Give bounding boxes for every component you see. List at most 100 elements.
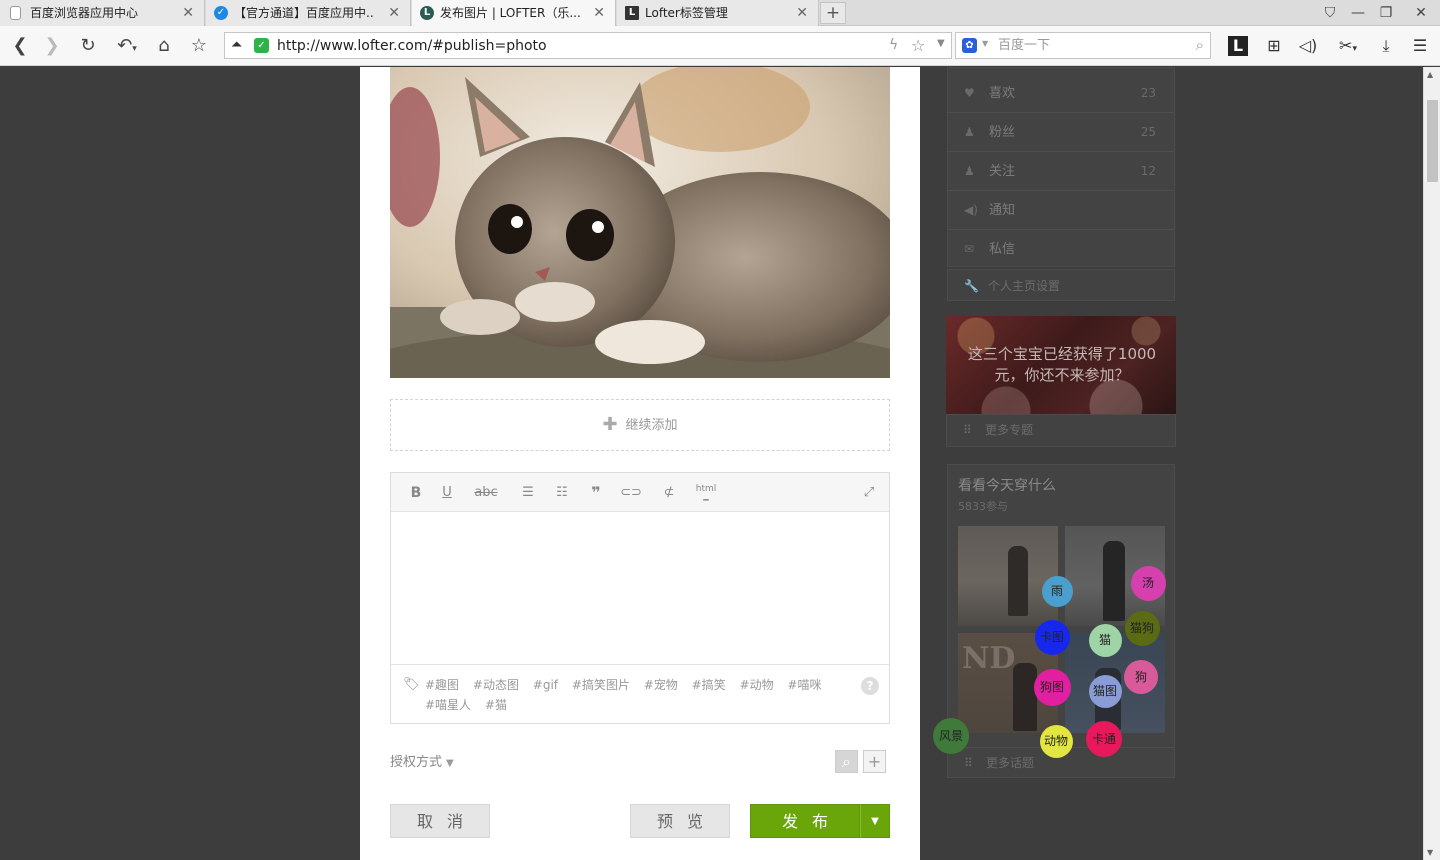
sidebar-item-likes[interactable]: ♥ 喜欢 23 — [948, 74, 1174, 113]
tag-bubble[interactable]: 卡图 — [1034, 619, 1070, 655]
security-shield-icon[interactable]: ✓ — [254, 38, 269, 53]
publish-button[interactable]: 发布 — [750, 804, 860, 838]
page-scrollbar[interactable]: ▲ ▼ — [1423, 67, 1440, 860]
restore-button[interactable]: ❐ — [1374, 0, 1398, 26]
close-icon[interactable]: ✕ — [593, 0, 605, 26]
search-icon[interactable]: ⌕ — [1196, 36, 1204, 54]
scroll-down-icon[interactable]: ▼ — [1427, 848, 1433, 857]
tag-item[interactable]: #猫 — [485, 698, 507, 712]
tag-bubble[interactable]: 汤 — [1130, 565, 1166, 601]
tab-baidu-app[interactable]: ✓ 【官方通道】百度应用中... ✕ — [206, 0, 411, 26]
strikethrough-icon[interactable]: abc — [473, 483, 499, 503]
chevron-down-icon[interactable]: ▼ — [860, 804, 890, 838]
apps-grid-icon[interactable]: ⊞ — [1262, 34, 1286, 58]
tag-bubble[interactable]: 动物 — [1039, 724, 1073, 758]
search-input[interactable]: 百度一下 — [998, 33, 1050, 59]
tag-bubble[interactable]: 猫 — [1088, 623, 1122, 657]
tag-bubble[interactable]: 卡通 — [1086, 721, 1122, 757]
search-icon[interactable]: ⌕ — [835, 750, 858, 773]
baidu-paw-icon[interactable]: ✿ — [962, 38, 977, 53]
add-icon[interactable]: + — [863, 750, 886, 773]
tag-item[interactable]: #动物 — [740, 678, 774, 692]
sidebar-item-fans[interactable]: ♟ 粉丝 25 — [948, 113, 1174, 152]
numbered-list-icon[interactable]: ☷ — [551, 483, 573, 503]
tag-item[interactable]: #gif — [533, 678, 558, 692]
tag-item[interactable]: #喵咪 — [787, 678, 821, 692]
license-dropdown[interactable]: 授权方式 ▼ — [390, 751, 454, 770]
editor-text-area[interactable] — [391, 513, 889, 663]
underline-icon[interactable]: U — [436, 483, 458, 503]
topic-thumbnail[interactable] — [958, 526, 1058, 626]
topic-title[interactable]: 看看今天穿什么 — [958, 475, 1056, 495]
unlink-icon[interactable]: ⊄ — [658, 483, 680, 503]
star-icon[interactable]: ☆ — [911, 36, 925, 55]
scroll-up-icon[interactable]: ▲ — [1427, 70, 1433, 79]
sidebar-item-count: 12 — [1140, 164, 1156, 178]
sidebar-item-label: 粉丝 — [989, 125, 1016, 140]
address-bar[interactable]: ⏶ ✓ http://www.lofter.com/#publish=photo… — [224, 32, 952, 59]
tab-lofter-tags[interactable]: L Lofter标签管理 ✕ — [617, 0, 819, 26]
sidebar-item-following[interactable]: ♟ 关注 12 — [948, 152, 1174, 191]
html-icon[interactable]: html ━ — [695, 483, 717, 506]
tab-app-center[interactable]: 百度浏览器应用中心 ✕ — [0, 0, 205, 26]
tag-bubble[interactable]: 狗图 — [1033, 668, 1071, 706]
fullscreen-icon[interactable]: ⤢ — [858, 483, 880, 503]
forward-button[interactable]: ❯ — [40, 34, 64, 58]
menu-icon[interactable]: ☰ — [1408, 34, 1432, 58]
help-icon[interactable]: ? — [861, 677, 879, 695]
back-button[interactable]: ❮ — [8, 34, 32, 58]
undo-close-button[interactable]: ↶▾ — [110, 34, 144, 58]
profile-settings-link[interactable]: 🔧 个人主页设置 — [947, 269, 1175, 301]
sidebar-item-count: 23 — [1140, 86, 1156, 100]
more-topics-link[interactable]: ⠿ 更多专题 — [946, 414, 1176, 447]
lofter-extension-icon[interactable]: L — [1228, 36, 1248, 56]
tag-item[interactable]: #搞笑 — [692, 678, 726, 692]
tag-item[interactable]: #搞笑图片 — [572, 678, 630, 692]
quote-icon[interactable]: ❞ — [585, 483, 607, 503]
bookmark-button[interactable]: ☆ — [187, 34, 211, 58]
close-icon[interactable]: ✕ — [796, 0, 808, 26]
bold-icon[interactable]: B — [405, 483, 427, 503]
download-icon[interactable]: ⤓ — [1374, 34, 1398, 58]
lightning-icon[interactable]: ϟ — [889, 37, 898, 53]
url-text[interactable]: http://www.lofter.com/#publish=photo — [277, 33, 547, 59]
scissors-icon[interactable]: ✂▾ — [1330, 34, 1366, 58]
chevron-down-icon[interactable]: ▼ — [982, 39, 988, 48]
tag-item[interactable]: #喵星人 — [425, 698, 471, 712]
promo-banner[interactable]: 这三个宝宝已经获得了1000元，你还不来参加？ — [946, 316, 1176, 414]
tag-bubble[interactable]: 雨 — [1041, 575, 1073, 607]
search-box[interactable]: ✿ ▼ 百度一下 ⌕ — [955, 32, 1211, 59]
sidebar-item-notifications[interactable]: ◀) 通知 — [948, 191, 1174, 230]
sidebar-item-messages[interactable]: ✉ 私信 — [948, 230, 1174, 269]
tag-bubble[interactable]: 风景 — [933, 718, 969, 754]
tag-item[interactable]: #动态图 — [473, 678, 519, 692]
scrollbar-thumb[interactable] — [1427, 100, 1438, 182]
continue-add-button[interactable]: ✚ 继续添加 — [390, 399, 890, 451]
lofter-icon: L — [420, 6, 434, 20]
tab-publish-photo[interactable]: L 发布图片 | LOFTER（乐... ✕ — [412, 0, 616, 26]
sound-icon[interactable]: ◁) — [1296, 34, 1320, 58]
speaker-icon: ◀) — [964, 203, 978, 217]
tag-bubble[interactable]: 狗 — [1124, 660, 1158, 694]
new-tab-button[interactable]: + — [820, 2, 846, 24]
minimize-button[interactable]: — — [1346, 0, 1370, 26]
cancel-button[interactable]: 取消 — [390, 804, 490, 838]
tag-item[interactable]: #宠物 — [644, 678, 678, 692]
tag-bubble[interactable]: 猫图 — [1088, 674, 1122, 708]
user-icon: ♟ — [964, 164, 975, 178]
home-button[interactable]: ⌂ — [152, 34, 176, 58]
close-icon[interactable]: ✕ — [388, 0, 400, 26]
heart-icon: ♥ — [964, 86, 975, 100]
preview-button[interactable]: 预览 — [630, 804, 730, 838]
chevron-down-icon[interactable]: ▼ — [937, 38, 945, 49]
close-icon[interactable]: ✕ — [182, 0, 194, 26]
tag-bubble[interactable]: 猫狗 — [1124, 610, 1160, 646]
bullet-list-icon[interactable]: ☰ — [517, 483, 539, 503]
link-icon[interactable]: ⊂⊃ — [620, 483, 642, 503]
refresh-button[interactable]: ↻ — [76, 34, 100, 58]
close-window-button[interactable]: ✕ — [1408, 0, 1434, 26]
skin-icon[interactable]: ⛉ — [1318, 0, 1342, 26]
grid-icon: ⠿ — [964, 756, 973, 770]
tag-item[interactable]: #趣图 — [425, 678, 459, 692]
rocket-icon[interactable]: ⏶ — [231, 37, 242, 53]
